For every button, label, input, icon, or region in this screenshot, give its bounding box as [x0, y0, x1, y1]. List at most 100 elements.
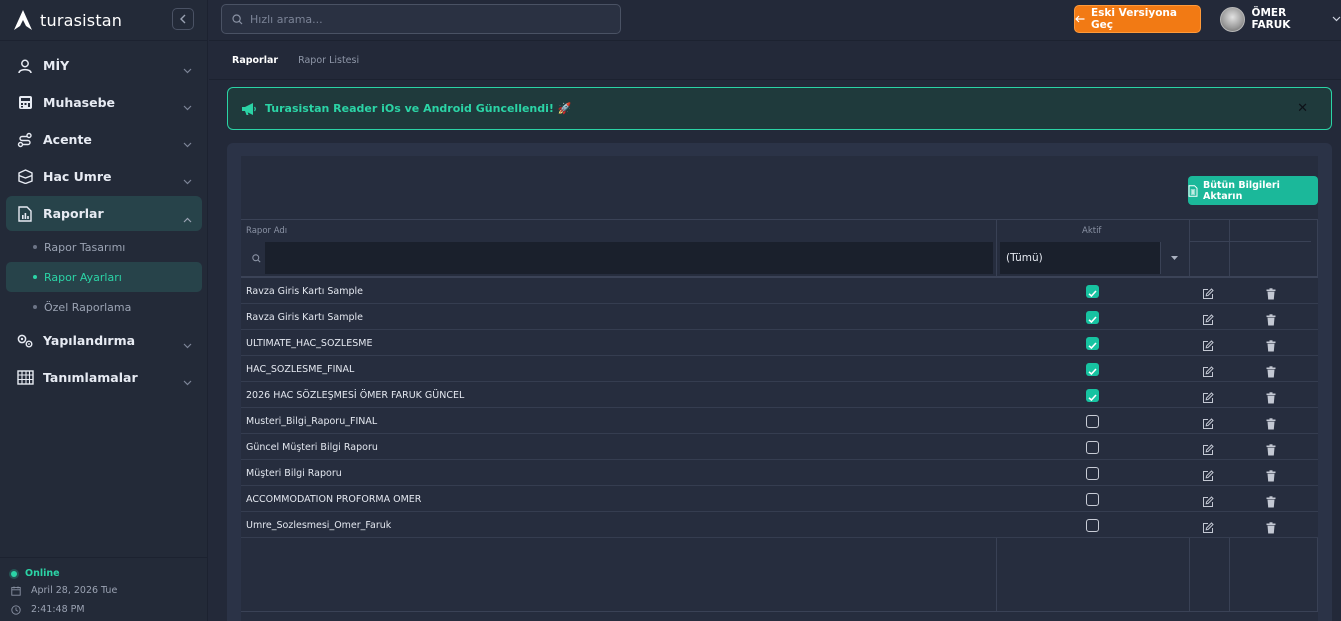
sidebar-subitem-ozel-raporlama[interactable]: Özel Raporlama — [0, 292, 208, 322]
sidebar-item-label: Yapılandırma — [43, 333, 136, 348]
user-menu[interactable]: ÖMER FARUK — [1220, 6, 1341, 32]
chevron-down-icon — [183, 371, 192, 390]
search-input[interactable] — [250, 12, 590, 26]
report-name: Güncel Müşteri Bilgi Raporu — [246, 442, 378, 453]
active-checkbox[interactable] — [1086, 441, 1099, 454]
sidebar-item-label: Tanımlamalar — [43, 370, 138, 385]
edit-icon[interactable] — [1202, 311, 1214, 330]
user-icon — [16, 57, 34, 75]
report-name: Musteri_Bilgi_Raporu_FINAL — [246, 416, 378, 427]
report-name: ACCOMMODATION PROFORMA OMER — [246, 494, 422, 505]
sidebar-item-hac-umre[interactable]: Hac Umre — [0, 158, 208, 195]
megaphone-icon — [241, 102, 257, 116]
table-row[interactable]: Musteri_Bilgi_Raporu_FINAL — [241, 408, 1318, 434]
active-checkbox[interactable] — [1086, 337, 1099, 350]
active-checkbox[interactable] — [1086, 285, 1099, 298]
table-row[interactable]: ULTIMATE_HAC_SOZLESME — [241, 330, 1318, 356]
table-row[interactable]: Güncel Müşteri Bilgi Raporu — [241, 434, 1318, 460]
table-row[interactable]: Müşteri Bilgi Raporu — [241, 460, 1318, 486]
edit-icon[interactable] — [1202, 363, 1214, 382]
active-checkbox[interactable] — [1086, 493, 1099, 506]
trash-icon[interactable] — [1266, 519, 1276, 538]
edit-icon[interactable] — [1202, 285, 1214, 304]
sidebar-item-raporlar[interactable]: Raporlar — [6, 196, 202, 231]
sidebar-item-label: Acente — [43, 132, 92, 147]
active-checkbox[interactable] — [1086, 389, 1099, 402]
trash-icon[interactable] — [1266, 441, 1276, 460]
active-filter-select[interactable]: (Tümü) — [1000, 242, 1188, 274]
table-row[interactable]: HAC_SOZLESME_FINAL — [241, 356, 1318, 382]
breadcrumb-root[interactable]: Raporlar — [232, 55, 278, 66]
active-checkbox[interactable] — [1086, 415, 1099, 428]
sidebar-item-tanimlamalar[interactable]: Tanımlamalar — [0, 359, 208, 396]
trash-icon[interactable] — [1266, 285, 1276, 304]
sidebar-item-label: MİY — [43, 58, 70, 73]
sidebar-item-muhasebe[interactable]: Muhasebe — [0, 84, 208, 121]
sidebar-collapse-button[interactable] — [172, 8, 194, 30]
sidebar-nav: MİY Muhasebe Acente Hac Umre Raporlar Ra… — [0, 47, 208, 396]
table-bottom-border — [241, 611, 1318, 612]
trash-icon[interactable] — [1266, 493, 1276, 512]
edit-icon[interactable] — [1202, 337, 1214, 356]
trash-icon[interactable] — [1266, 415, 1276, 434]
logo-text: turasistan — [40, 10, 123, 30]
search-icon — [232, 10, 243, 29]
column-header-active[interactable]: Aktif — [1082, 226, 1101, 236]
calculator-icon — [16, 94, 34, 112]
edit-icon[interactable] — [1202, 493, 1214, 512]
logo-icon — [12, 9, 34, 31]
chevron-up-icon — [183, 208, 192, 227]
settings-icon — [16, 332, 34, 350]
active-checkbox[interactable] — [1086, 519, 1099, 532]
table-row[interactable]: 2026 HAC SÖZLEŞMESİ ÖMER FARUK GÜNCEL — [241, 382, 1318, 408]
clock-icon — [11, 604, 25, 615]
active-checkbox[interactable] — [1086, 467, 1099, 480]
sidebar-item-acente[interactable]: Acente — [0, 121, 208, 158]
table-row[interactable]: Ravza Giris Kartı Sample — [241, 304, 1318, 330]
sidebar-item-miy[interactable]: MİY — [0, 47, 208, 84]
check-icon — [1088, 290, 1097, 298]
trash-icon[interactable] — [1266, 311, 1276, 330]
sidebar-item-yapilandirma[interactable]: Yapılandırma — [0, 322, 208, 359]
edit-icon[interactable] — [1202, 519, 1214, 538]
online-status: Online — [11, 566, 208, 581]
old-version-button[interactable]: Eski Versiyona Geç — [1074, 5, 1201, 33]
report-name: ULTIMATE_HAC_SOZLESME — [246, 338, 373, 349]
bullet-icon — [33, 245, 37, 249]
trash-icon[interactable] — [1266, 467, 1276, 486]
close-icon[interactable]: ✕ — [1297, 101, 1308, 116]
edit-icon[interactable] — [1202, 441, 1214, 460]
trash-icon[interactable] — [1266, 337, 1276, 356]
sidebar-item-label: Raporlar — [43, 206, 104, 221]
report-name: Müşteri Bilgi Raporu — [246, 468, 342, 479]
status-dot-icon — [11, 570, 17, 577]
edit-icon[interactable] — [1202, 415, 1214, 434]
export-all-button[interactable]: Bütün Bilgileri Aktarın — [1188, 176, 1318, 205]
table-row[interactable]: Ravza Giris Kartı Sample — [241, 278, 1318, 304]
user-name: ÖMER FARUK — [1251, 7, 1291, 31]
active-filter-value: (Tümü) — [1006, 252, 1043, 264]
footer-time: 2:41:48 PM — [11, 600, 208, 619]
trash-icon[interactable] — [1266, 389, 1276, 408]
export-all-label: Bütün Bilgileri Aktarın — [1203, 179, 1280, 202]
chevron-down-icon — [183, 133, 192, 152]
edit-icon[interactable] — [1202, 467, 1214, 486]
active-checkbox[interactable] — [1086, 363, 1099, 376]
name-filter[interactable] — [247, 242, 993, 274]
caret-down-icon[interactable] — [1160, 242, 1188, 274]
column-header-name[interactable]: Rapor Adı — [246, 226, 287, 236]
active-checkbox[interactable] — [1086, 311, 1099, 324]
report-name: 2026 HAC SÖZLEŞMESİ ÖMER FARUK GÜNCEL — [246, 390, 465, 401]
sidebar-subitem-rapor-ayarlari[interactable]: Rapor Ayarları — [6, 262, 202, 292]
table-row[interactable]: ACCOMMODATION PROFORMA OMER — [241, 486, 1318, 512]
global-search[interactable] — [221, 4, 621, 34]
chevron-down-icon — [183, 170, 192, 189]
breadcrumb: Raporlar Rapor Listesi — [209, 42, 1341, 80]
announcement-alert: Turasistan Reader iOs ve Android Güncell… — [227, 87, 1332, 130]
sidebar-subitem-rapor-tasarimi[interactable]: Rapor Tasarımı — [0, 232, 208, 262]
edit-icon[interactable] — [1202, 389, 1214, 408]
table-row[interactable]: Umre_Sozlesmesi_Omer_Faruk — [241, 512, 1318, 538]
trash-icon[interactable] — [1266, 363, 1276, 382]
bullet-icon — [33, 275, 37, 279]
report-panel: Bütün Bilgileri Aktarın Rapor Adı Aktif … — [227, 143, 1332, 621]
